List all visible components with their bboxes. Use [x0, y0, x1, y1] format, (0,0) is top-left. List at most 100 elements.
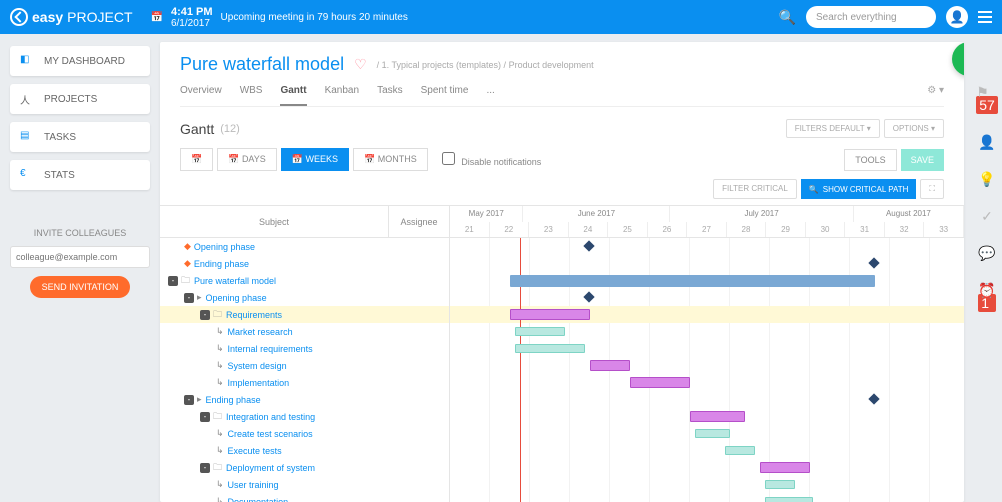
gantt-bar[interactable]	[690, 411, 745, 422]
gantt-bar[interactable]	[765, 480, 795, 489]
column-assignee[interactable]: Assignee	[389, 206, 449, 237]
search-input[interactable]: Search everything	[806, 6, 936, 28]
tree-row[interactable]: ◆Ending phase	[160, 255, 449, 272]
week-header: 21	[450, 222, 490, 238]
tools-button[interactable]: TOOLS	[844, 149, 896, 171]
week-header: 32	[885, 222, 925, 238]
tree-row[interactable]: ↳Implementation	[160, 374, 449, 391]
page-title: Pure waterfall model	[180, 54, 344, 75]
check-icon[interactable]: ✓	[981, 208, 993, 225]
month-header: July 2017	[670, 206, 854, 222]
bulb-icon[interactable]: 💡	[978, 171, 995, 188]
tree-row[interactable]: -🗀Integration and testing	[160, 408, 449, 425]
options-dropdown[interactable]: OPTIONS ▾	[884, 119, 944, 138]
sidebar-item-stats[interactable]: €STATS	[10, 160, 150, 190]
week-header: 27	[687, 222, 727, 238]
disable-notifications[interactable]: Disable notifications	[438, 152, 542, 167]
sidebar: ◧MY DASHBOARD 人PROJECTS ▤TASKS €STATS IN…	[0, 34, 160, 502]
tree-row[interactable]: ↳Create test scenarios	[160, 425, 449, 442]
tab-tasks[interactable]: Tasks	[377, 85, 403, 106]
main: + Pure waterfall model ♡ / 1. Typical pr…	[160, 42, 964, 502]
logo-icon	[10, 8, 28, 26]
week-header: 33	[924, 222, 964, 238]
topbar-time: 📅 4:41 PM 6/1/2017 Upcoming meeting in 7…	[151, 6, 408, 29]
tab-gantt[interactable]: Gantt	[280, 85, 306, 106]
calendar-icon[interactable]: 📅	[151, 12, 163, 23]
gantt-bar[interactable]	[590, 360, 630, 371]
tasks-icon: ▤	[20, 130, 34, 144]
tree-row[interactable]: ↳Execute tests	[160, 442, 449, 459]
month-header: May 2017	[450, 206, 523, 222]
gantt-bar[interactable]	[630, 377, 690, 388]
brand-thin: PROJECT	[67, 9, 132, 25]
month-header: June 2017	[523, 206, 670, 222]
gantt-bar[interactable]	[760, 462, 810, 473]
sidebar-item-dashboard[interactable]: ◧MY DASHBOARD	[10, 46, 150, 76]
week-header: 28	[727, 222, 767, 238]
user-icon[interactable]: 👤	[978, 134, 995, 151]
gantt-bar[interactable]	[515, 344, 585, 353]
gantt-bar[interactable]	[510, 309, 590, 320]
favorite-icon[interactable]: ♡	[354, 56, 367, 73]
column-subject[interactable]: Subject	[160, 206, 389, 237]
tree-row[interactable]: -▸Ending phase	[160, 391, 449, 408]
section-count: (12)	[220, 123, 240, 135]
invite-title: INVITE COLLEAGUES	[10, 228, 150, 238]
tab-spent-time[interactable]: Spent time	[421, 85, 469, 106]
tree-row[interactable]: ↳System design	[160, 357, 449, 374]
week-header: 24	[569, 222, 609, 238]
tree-row[interactable]: -▸Opening phase	[160, 289, 449, 306]
section-title: Gantt	[180, 121, 214, 137]
tabs: Overview WBS Gantt Kanban Tasks Spent ti…	[180, 85, 944, 107]
week-header: 23	[529, 222, 569, 238]
breadcrumb[interactable]: / 1. Typical projects (templates) / Prod…	[377, 60, 594, 70]
filter-critical-button[interactable]: FILTER CRITICAL	[713, 179, 797, 199]
send-invitation-button[interactable]: SEND INVITATION	[30, 276, 131, 298]
days-button[interactable]: 📅 DAYS	[217, 148, 277, 171]
tree-row[interactable]: ↳User training	[160, 476, 449, 493]
tab-more[interactable]: ...	[486, 85, 494, 106]
months-button[interactable]: 📅 MONTHS	[353, 148, 428, 171]
gantt-bar[interactable]	[515, 327, 565, 336]
invite-input[interactable]	[10, 246, 150, 268]
search-icon[interactable]: 🔍	[779, 9, 796, 26]
tree-row[interactable]: -🗀Deployment of system	[160, 459, 449, 476]
expand-button[interactable]: ⛶	[920, 179, 944, 199]
week-header: 22	[490, 222, 530, 238]
stats-icon: €	[20, 168, 34, 182]
tab-overview[interactable]: Overview	[180, 85, 222, 106]
calendar-button[interactable]: 📅	[180, 148, 213, 171]
clock-icon[interactable]: ⏰1	[978, 282, 995, 312]
menu-icon[interactable]	[978, 11, 992, 23]
gantt-chart: Subject Assignee ◆Opening phase◆Ending p…	[160, 205, 964, 502]
show-critical-path-button[interactable]: 🔍 SHOW CRITICAL PATH	[801, 179, 917, 199]
weeks-button[interactable]: 📅 WEEKS	[281, 148, 349, 171]
tree-row[interactable]: ↳Internal requirements	[160, 340, 449, 357]
gantt-bar[interactable]	[725, 446, 755, 455]
meeting-text: Upcoming meeting in 79 hours 20 minutes	[221, 12, 408, 23]
tree-row[interactable]: -🗀Requirements	[160, 306, 449, 323]
gear-icon[interactable]: ⚙ ▾	[927, 85, 944, 106]
tree-row[interactable]: -🗀Pure waterfall model	[160, 272, 449, 289]
filters-dropdown[interactable]: FILTERS DEFAULT ▾	[786, 119, 880, 138]
save-button[interactable]: SAVE	[901, 149, 944, 171]
tab-kanban[interactable]: Kanban	[325, 85, 359, 106]
gantt-bar[interactable]	[765, 497, 813, 502]
gantt-bar[interactable]	[695, 429, 730, 438]
sidebar-item-projects[interactable]: 人PROJECTS	[10, 84, 150, 114]
sidebar-item-tasks[interactable]: ▤TASKS	[10, 122, 150, 152]
tree-row[interactable]: ↳Market research	[160, 323, 449, 340]
tree-row[interactable]: ◆Opening phase	[160, 238, 449, 255]
tab-wbs[interactable]: WBS	[240, 85, 263, 106]
week-header: 29	[766, 222, 806, 238]
avatar[interactable]: 👤	[946, 6, 968, 28]
chat-icon[interactable]: 💬	[978, 245, 995, 262]
tree-row[interactable]: ↳Documentation	[160, 493, 449, 502]
flag-icon[interactable]: ⚑57	[976, 84, 998, 114]
dashboard-icon: ◧	[20, 54, 34, 68]
gantt-bar-project[interactable]	[510, 275, 875, 287]
logo[interactable]: easyPROJECT	[10, 8, 133, 26]
topbar: easyPROJECT 📅 4:41 PM 6/1/2017 Upcoming …	[0, 0, 1002, 34]
date-value: 6/1/2017	[171, 18, 213, 29]
week-header: 26	[648, 222, 688, 238]
